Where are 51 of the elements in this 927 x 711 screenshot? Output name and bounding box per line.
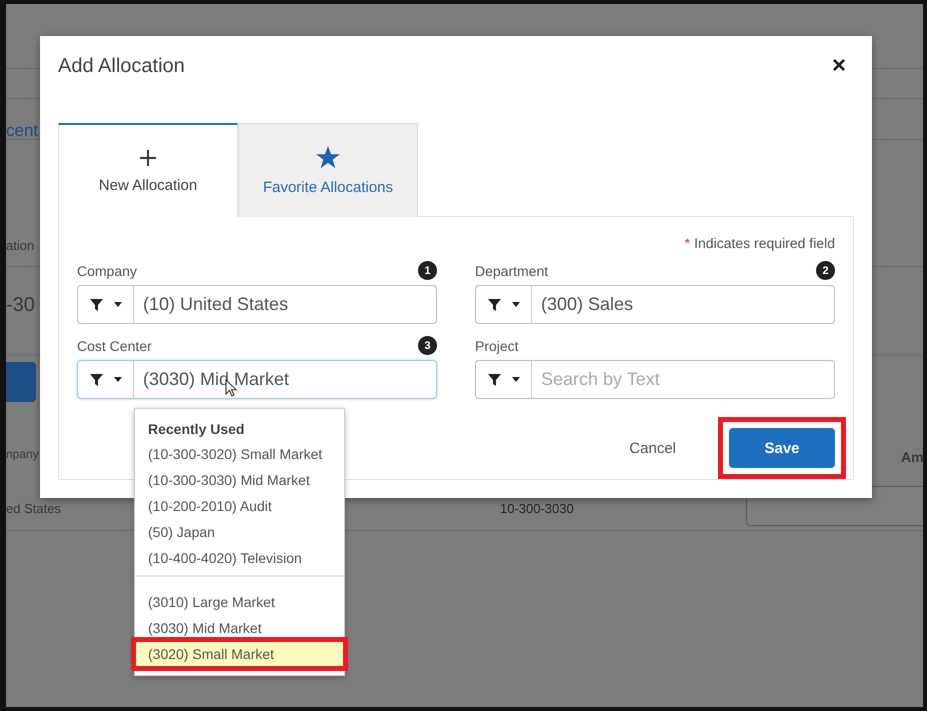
filter-icon [486,298,502,312]
menu-item[interactable]: (10-200-2010) Audit [135,493,344,519]
filter-icon [88,372,104,386]
menu-item[interactable]: (10-300-3020) Small Market [135,441,344,467]
filter-icon [88,298,104,312]
close-button[interactable]: × [824,54,854,78]
star-icon [316,146,340,168]
caret-icon [510,376,520,382]
link-text: cent [6,121,38,141]
filter-icon [486,372,502,386]
filter-dropdown-button[interactable] [476,286,532,323]
required-mark: * [684,235,690,251]
menu-item[interactable]: (3020) Small Market [135,641,344,667]
step-badge: 2 [816,261,835,280]
table-cell: 10-300-3030 [500,501,574,516]
column-header: Am [901,449,923,465]
field-label: Company [77,262,137,278]
text-input[interactable]: (10) United States [134,286,436,323]
caret-icon [510,302,520,308]
step-badge: 1 [418,261,437,280]
search-field[interactable]: (10) United States [77,285,437,324]
step-badge: 3 [418,336,437,355]
menu-item[interactable]: (50) Japan [135,519,344,545]
field-label: Cost Center [77,338,152,354]
menu-item[interactable]: (3010) Large Market [135,589,344,615]
table-cell: ed States [6,501,61,516]
required-note: Indicates required field [694,235,835,251]
filter-dropdown-button[interactable] [78,361,134,398]
dialog-title: Add Allocation [58,54,185,78]
plus-icon [139,148,157,166]
search-field[interactable]: (300) Sales [475,285,835,324]
menu-item[interactable]: (10-300-3030) Mid Market [135,467,344,493]
caret-icon [112,302,122,308]
text-input[interactable]: (300) Sales [532,286,834,323]
menu-heading: Recently Used [147,420,246,439]
save-button[interactable]: Save [729,428,835,468]
caret-icon [112,376,122,382]
text-input[interactable]: Search by Text [532,361,834,398]
tab[interactable]: Favorite Allocations [238,123,418,217]
field-label: ation [6,238,34,253]
menu-item[interactable]: (10-400-4020) Television [135,545,344,571]
field-label: Department [475,262,548,278]
cancel-button[interactable]: Cancel [623,438,682,458]
column-header: npany [6,447,39,461]
field-value: -30 [6,294,35,317]
menu-item[interactable]: (3030) Mid Market [135,615,344,641]
search-field[interactable]: Search by Text [475,360,835,399]
filter-dropdown-button[interactable] [476,361,532,398]
field-label: Project [475,338,519,354]
tab[interactable]: New Allocation [58,123,238,217]
filter-dropdown-button[interactable] [78,286,134,323]
